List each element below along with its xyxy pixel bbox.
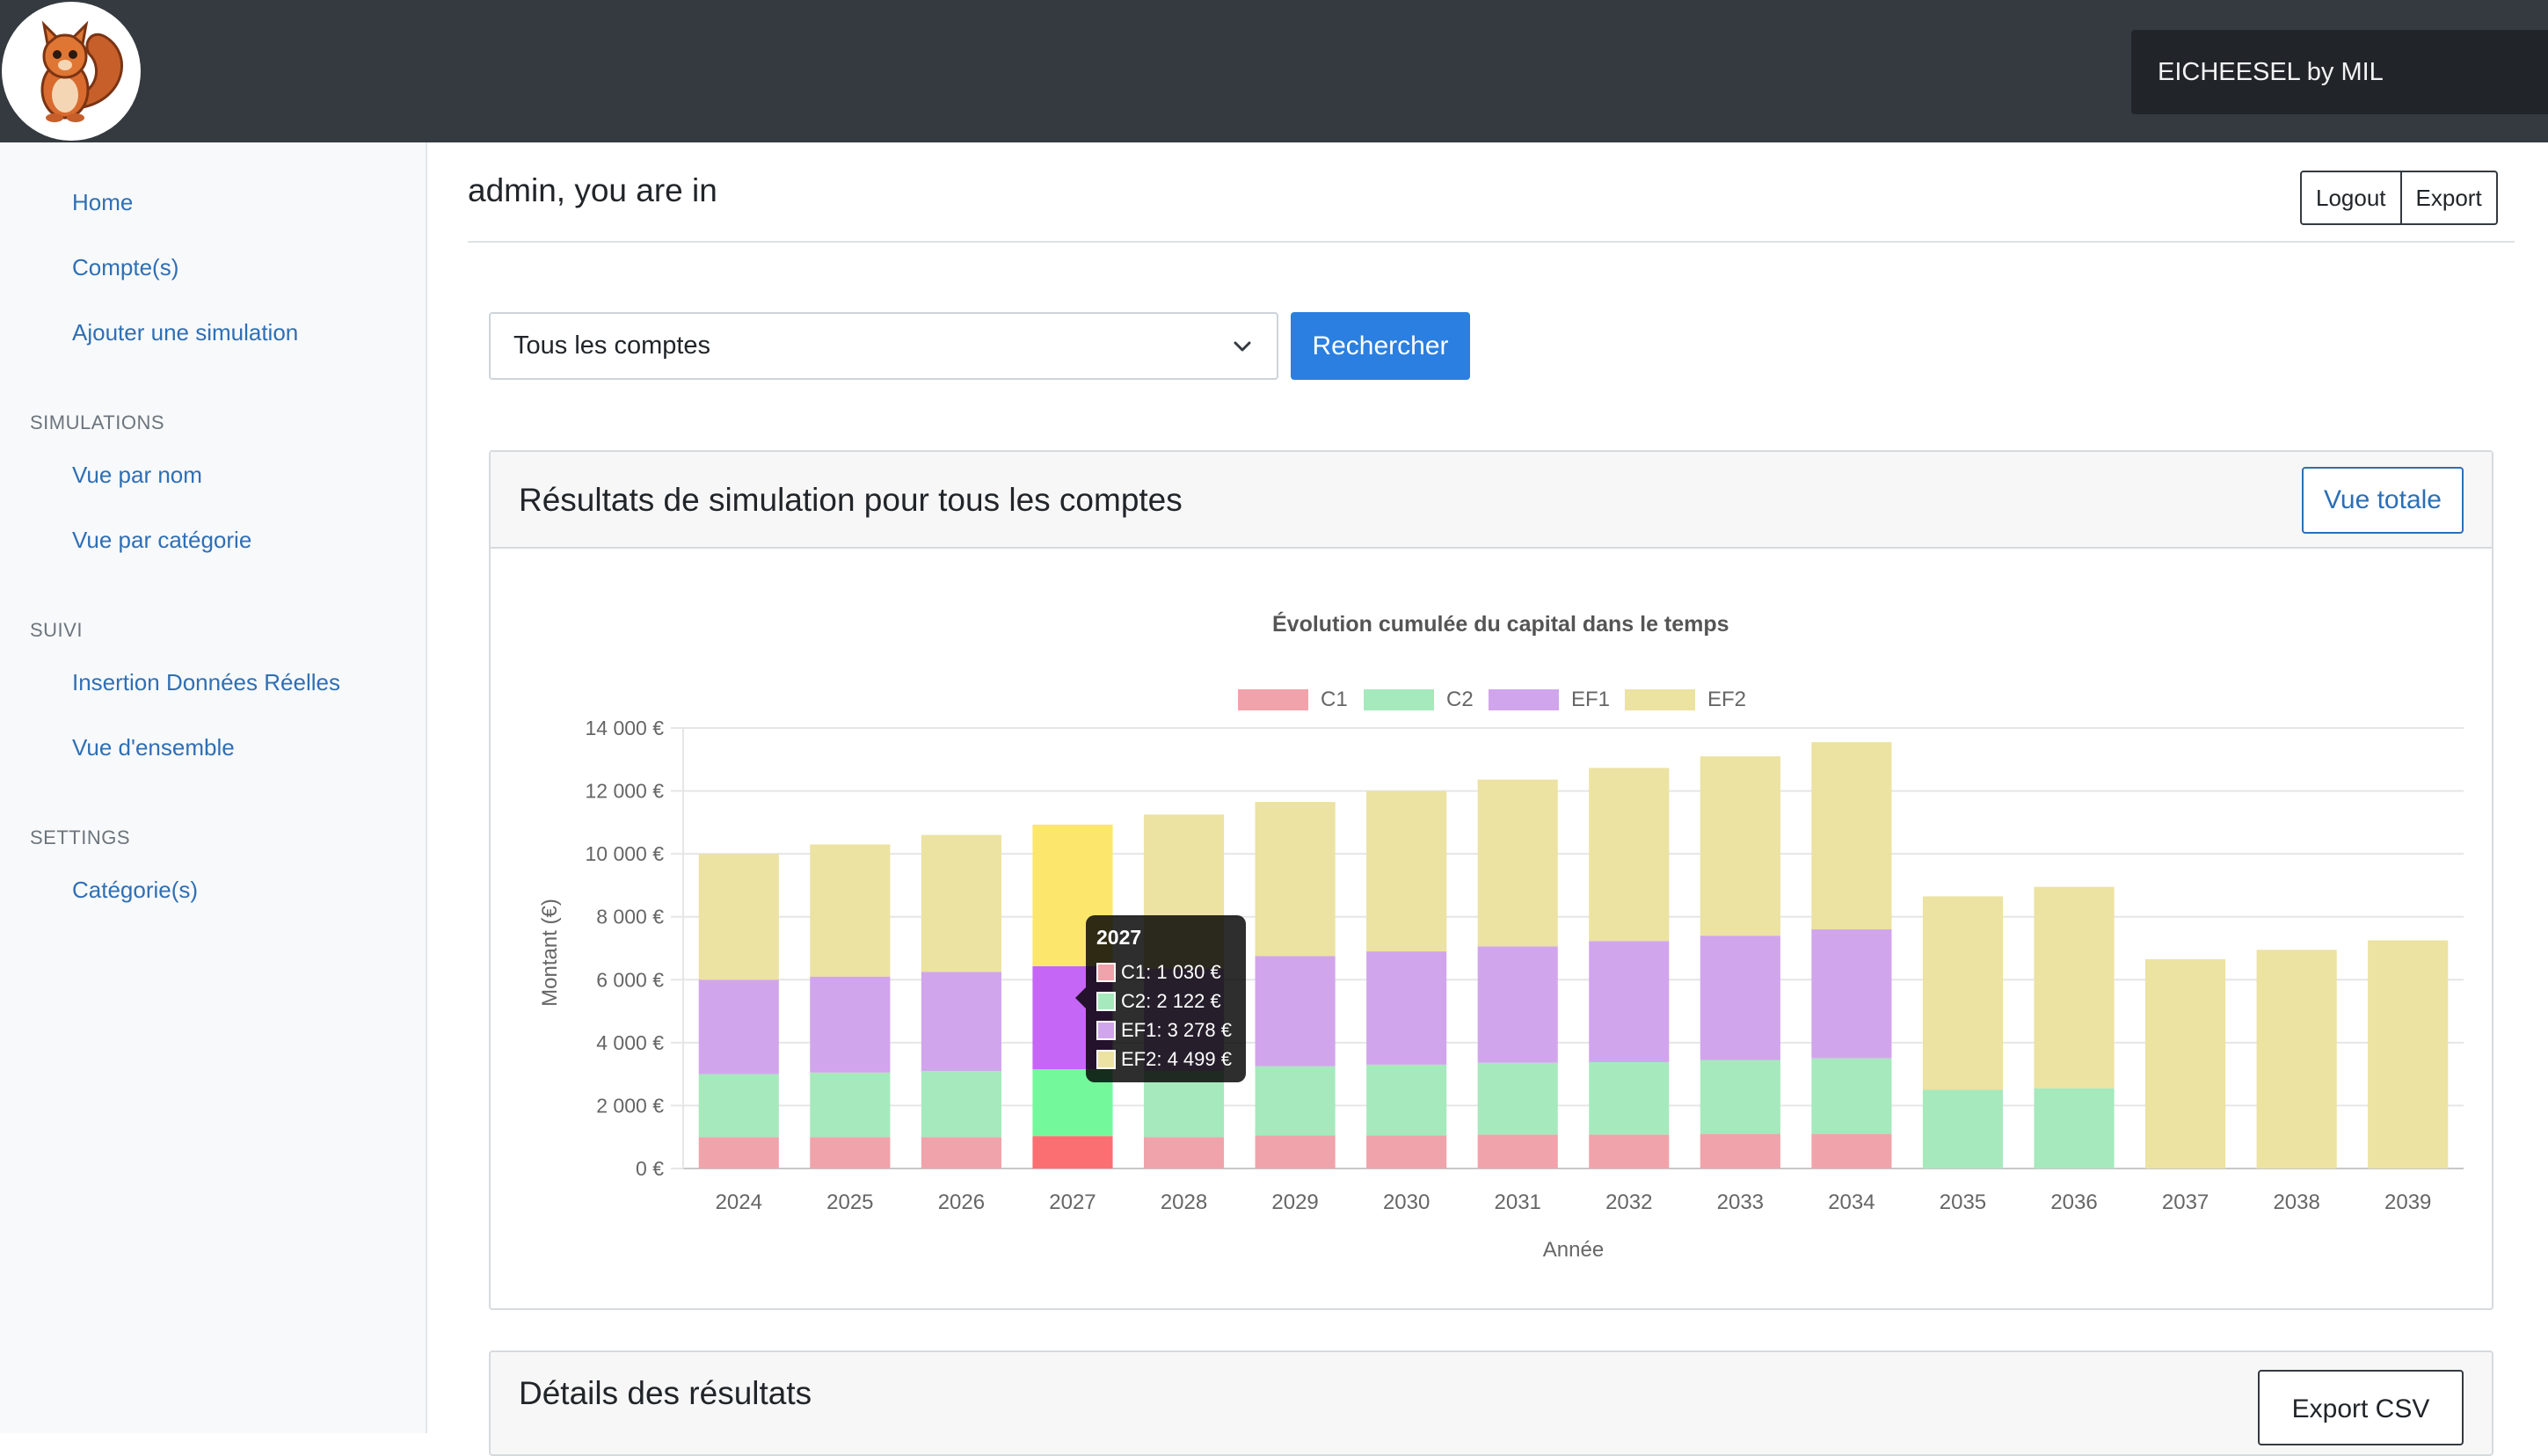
- tooltip-swatch-c2: [1096, 992, 1116, 1011]
- bar-c2-2024: [698, 1074, 779, 1138]
- tooltip-text-ef1: EF1: 3 278 €: [1121, 1019, 1232, 1041]
- tooltip-swatch-c1: [1096, 963, 1116, 982]
- bar-c2-2033: [1700, 1059, 1780, 1134]
- tooltip-swatch-ef2: [1096, 1050, 1116, 1069]
- details-card: Détails des résultats Export CSV: [489, 1350, 2493, 1456]
- x-tick-label: 2033: [1717, 1190, 1764, 1214]
- x-tick-label: 2039: [2384, 1190, 2431, 1214]
- bar-ef2-2037: [2145, 959, 2226, 1168]
- bar-ef2-2035: [1922, 896, 2004, 1090]
- tooltip-text-c1: C1: 1 030 €: [1121, 961, 1221, 983]
- x-tick-label: 2037: [2162, 1190, 2209, 1214]
- bar-ef1-2029: [1255, 956, 1336, 1067]
- bar-c1-2032: [1589, 1134, 1670, 1168]
- tooltip-title: 2027: [1096, 926, 1142, 949]
- x-tick-label: 2038: [2273, 1190, 2319, 1214]
- x-tick-label: 2025: [826, 1190, 873, 1214]
- bar-ef1-2025: [810, 976, 891, 1073]
- bar-ef2-2029: [1255, 802, 1336, 957]
- bar-ef2-2025: [810, 844, 891, 977]
- x-tick-label: 2035: [1940, 1190, 1986, 1214]
- bar-c1-2027: [1032, 1136, 1113, 1168]
- bar-c2-2030: [1366, 1064, 1447, 1136]
- x-tick-label: 2034: [1828, 1190, 1875, 1214]
- x-tick-label: 2027: [1049, 1190, 1096, 1214]
- bar-c1-2028: [1143, 1137, 1225, 1168]
- bar-c2-2029: [1255, 1066, 1336, 1136]
- x-tick-label: 2026: [938, 1190, 985, 1214]
- bar-c2-2036: [2034, 1088, 2115, 1168]
- x-tick-label: 2031: [1495, 1190, 1541, 1214]
- y-axis-label: Montant (€): [538, 899, 562, 1007]
- chart-tooltip: 2027 C1: 1 030 € C2: 2 122 € EF1: 3 278 …: [1075, 915, 1246, 1082]
- bar-ef2-2026: [921, 834, 1001, 972]
- details-card-title: Détails des résultats: [519, 1375, 812, 1411]
- bar-ef2-2024: [698, 854, 779, 980]
- bar-ef2-2036: [2034, 886, 2115, 1088]
- bar-c2-2034: [1811, 1058, 1892, 1134]
- bar-ef1-2031: [1477, 946, 1558, 1063]
- bar-c1-2025: [810, 1137, 891, 1168]
- bar-c1-2029: [1255, 1135, 1336, 1168]
- tooltip-text-c2: C2: 2 122 €: [1121, 990, 1221, 1012]
- tooltip-caret: [1075, 987, 1086, 1008]
- bar-ef1-2026: [921, 972, 1001, 1072]
- bar-c1-2031: [1477, 1134, 1558, 1168]
- bar-c1-2030: [1366, 1135, 1447, 1168]
- y-tick-label: 0 €: [636, 1157, 664, 1180]
- bar-ef1-2034: [1811, 929, 1892, 1059]
- tooltip-swatch-ef1: [1096, 1021, 1116, 1040]
- y-tick-label: 6 000 €: [596, 968, 664, 991]
- bar-ef1-2033: [1700, 935, 1780, 1060]
- stacked-bar-chart: 0 € 2 000 € 4 000 € 6 000 € 8 000 € 10 000 € 1…: [538, 717, 2464, 1262]
- bar-ef1-2030: [1366, 951, 1447, 1065]
- bar-ef1-2024: [698, 979, 779, 1074]
- bar-c1-2024: [698, 1137, 779, 1168]
- y-tick-label: 4 000 €: [596, 1031, 664, 1054]
- export-csv-button[interactable]: Export CSV: [2258, 1370, 2464, 1445]
- bar-ef2-2038: [2256, 950, 2337, 1168]
- bar-c1-2033: [1700, 1133, 1780, 1168]
- y-tick-label: 2 000 €: [596, 1094, 664, 1117]
- x-tick-label: 2036: [2050, 1190, 2097, 1214]
- x-axis-label: Année: [1543, 1238, 1604, 1262]
- x-tick-label: 2032: [1605, 1190, 1652, 1214]
- x-tick-label: 2028: [1161, 1190, 1207, 1214]
- y-tick-label: 10 000 €: [585, 842, 664, 865]
- x-tick-label: 2029: [1271, 1190, 1318, 1214]
- bar-ef2-2034: [1811, 742, 1892, 930]
- bar-ef1-2032: [1589, 941, 1670, 1063]
- bar-ef2-2030: [1366, 790, 1447, 952]
- x-tick-label: 2024: [716, 1190, 762, 1214]
- bar-ef2-2032: [1589, 768, 1670, 942]
- y-tick-label: 12 000 €: [585, 780, 664, 803]
- bar-c2-2032: [1589, 1062, 1670, 1135]
- x-tick-label: 2030: [1383, 1190, 1430, 1214]
- bar-c2-2031: [1477, 1062, 1558, 1135]
- bar-c2-2035: [1922, 1089, 2004, 1168]
- bar-c1-2026: [921, 1137, 1001, 1168]
- bar-ef2-2033: [1700, 756, 1780, 936]
- bar-ef2-2039: [2368, 940, 2449, 1168]
- tooltip-text-ef2: EF2: 4 499 €: [1121, 1048, 1232, 1070]
- y-tick-label: 8 000 €: [596, 906, 664, 928]
- y-tick-label: 14 000 €: [585, 717, 664, 739]
- bar-c1-2034: [1811, 1133, 1892, 1168]
- bar-c2-2025: [810, 1072, 891, 1138]
- bar-c2-2026: [921, 1071, 1001, 1138]
- bar-ef2-2031: [1477, 779, 1558, 947]
